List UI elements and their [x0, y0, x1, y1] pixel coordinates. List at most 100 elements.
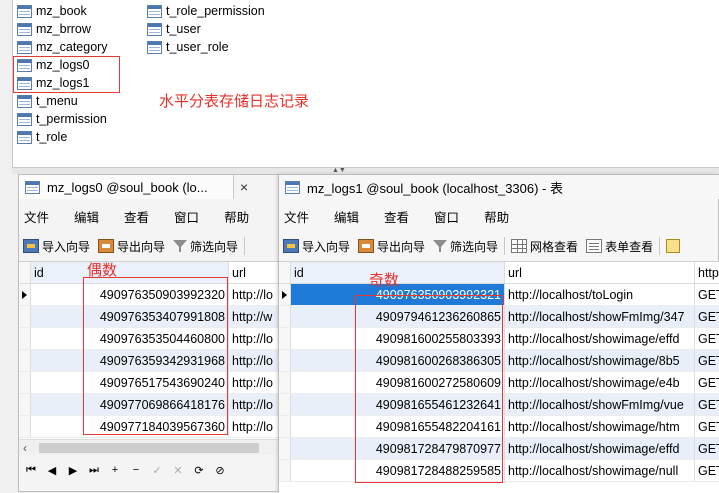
menu-window[interactable]: 窗口	[174, 207, 199, 226]
annotation-horizontal-sharding: 水平分表存储日志记录	[159, 93, 310, 110]
export-icon	[98, 239, 115, 253]
table-icon	[147, 22, 162, 36]
menu-window[interactable]: 窗口	[434, 207, 459, 226]
import-wizard-button[interactable]: 导入向导	[283, 238, 350, 255]
row-indicator	[19, 416, 31, 437]
horizontal-scrollbar[interactable]: ‹	[19, 439, 281, 455]
import-icon	[23, 239, 39, 253]
menu-view[interactable]: 查看	[124, 207, 149, 226]
window-title-bar[interactable]: mz_logs1 @soul_book (localhost_3306) - 表	[279, 175, 719, 199]
current-row-icon	[19, 284, 31, 305]
cell-url[interactable]: http://lo	[229, 350, 281, 371]
table-item-t-permission[interactable]: t_permission	[17, 110, 107, 128]
column-header-url[interactable]: url	[505, 262, 695, 283]
scroll-left-icon[interactable]: ‹	[23, 440, 27, 456]
cell-url[interactable]: http://localhost/showFmImg/vue	[505, 394, 695, 415]
cell-http-method[interactable]: GET	[695, 284, 719, 305]
filter-icon	[173, 239, 188, 253]
table-item-t-menu[interactable]: t_menu	[17, 92, 78, 110]
export-wizard-button[interactable]: 导出向导	[358, 238, 425, 255]
cell-url[interactable]: http://lo	[229, 372, 281, 393]
table-item-mz-brrow[interactable]: mz_brrow	[17, 20, 91, 38]
column-header-http[interactable]: http	[695, 262, 719, 283]
window-mz-logs1: mz_logs1 @soul_book (localhost_3306) - 表…	[278, 174, 719, 493]
previous-record-icon[interactable]: ◀	[46, 464, 58, 477]
cell-url[interactable]: http://localhost/showimage/effd	[505, 328, 695, 349]
last-record-icon[interactable]: ⏭	[88, 464, 100, 477]
import-wizard-button[interactable]: 导入向导	[23, 238, 90, 255]
cell-http-method[interactable]: GET	[695, 416, 719, 437]
table-icon	[17, 4, 32, 18]
apply-icon[interactable]: ✓	[151, 464, 163, 477]
cell-http-method[interactable]: GET	[695, 460, 719, 481]
cell-url[interactable]: http://localhost/toLogin	[505, 284, 695, 305]
row-indicator	[279, 350, 291, 371]
cell-url[interactable]: http://lo	[229, 328, 281, 349]
export-icon	[358, 239, 375, 253]
export-wizard-button[interactable]: 导出向导	[98, 238, 165, 255]
column-header-url[interactable]: url	[229, 262, 281, 283]
menu-edit[interactable]: 编辑	[334, 207, 359, 226]
highlight-box-odd-ids	[355, 295, 503, 483]
menu-file[interactable]: 文件	[24, 207, 49, 226]
highlight-box-log-tables	[13, 56, 120, 93]
table-icon	[147, 4, 162, 18]
menu-help[interactable]: 帮助	[224, 207, 249, 226]
cell-http-method[interactable]: GET	[695, 350, 719, 371]
grid-header: id url http	[279, 262, 719, 284]
table-icon	[17, 112, 32, 126]
form-view-button[interactable]: 表单查看	[586, 238, 653, 255]
cell-url[interactable]: http://localhost/showimage/8b5	[505, 350, 695, 371]
stop-icon[interactable]: ⊘	[214, 464, 226, 477]
table-icon	[147, 40, 162, 54]
cell-url[interactable]: http://localhost/showimage/effd	[505, 438, 695, 459]
cell-url[interactable]: http://lo	[229, 394, 281, 415]
table-list-pane: mz_book mz_brrow mz_category mz_logs0 mz…	[12, 0, 719, 168]
cell-url[interactable]: http://localhost/showimage/e4b	[505, 372, 695, 393]
delete-record-icon[interactable]: −	[130, 464, 142, 476]
add-record-icon[interactable]: +	[109, 464, 121, 476]
menu-bar: 文件 编辑 查看 窗口 帮助	[279, 205, 529, 227]
cell-url[interactable]: http://localhost/showFmImg/347	[505, 306, 695, 327]
filter-wizard-button[interactable]: 筛选向导	[433, 238, 498, 255]
grid-view-icon	[511, 239, 528, 253]
tab-mz-logs0[interactable]: mz_logs0 @soul_book (lo...	[19, 175, 234, 199]
filter-wizard-button[interactable]: 筛选向导	[173, 238, 238, 255]
menu-file[interactable]: 文件	[284, 207, 309, 226]
scrollbar-thumb[interactable]	[39, 443, 259, 453]
cell-http-method[interactable]: GET	[695, 438, 719, 459]
row-indicator	[279, 438, 291, 459]
memo-button[interactable]	[666, 239, 683, 253]
cell-url[interactable]: http://w	[229, 306, 281, 327]
cell-url[interactable]: http://localhost/showimage/htm	[505, 416, 695, 437]
first-record-icon[interactable]: ⏮	[25, 464, 37, 477]
cell-http-method[interactable]: GET	[695, 328, 719, 349]
row-indicator	[279, 460, 291, 481]
row-indicator	[279, 416, 291, 437]
next-record-icon[interactable]: ▶	[67, 464, 79, 477]
cell-http-method[interactable]: GET	[695, 306, 719, 327]
table-icon	[25, 180, 40, 194]
toolbar: 导入向导 导出向导 筛选向导 网格查看 表单查看	[279, 233, 687, 259]
table-item-mz-book[interactable]: mz_book	[17, 2, 87, 20]
refresh-icon[interactable]: ⟳	[193, 464, 205, 477]
close-icon[interactable]: ×	[240, 179, 248, 195]
cell-url[interactable]: http://localhost/showimage/null	[505, 460, 695, 481]
cell-http-method[interactable]: GET	[695, 394, 719, 415]
menu-help[interactable]: 帮助	[484, 207, 509, 226]
table-item-t-role[interactable]: t_role	[17, 128, 67, 146]
row-indicator	[19, 306, 31, 327]
menu-view[interactable]: 查看	[384, 207, 409, 226]
table-item-t-user[interactable]: t_user	[147, 20, 201, 38]
menu-bar: 文件 编辑 查看 窗口 帮助	[19, 205, 269, 227]
table-item-mz-category[interactable]: mz_category	[17, 38, 108, 56]
table-icon	[17, 130, 32, 144]
discard-icon[interactable]: ✕	[172, 464, 184, 477]
cell-url[interactable]: http://lo	[229, 284, 281, 305]
menu-edit[interactable]: 编辑	[74, 207, 99, 226]
table-item-t-role-permission[interactable]: t_role_permission	[147, 2, 265, 20]
cell-url[interactable]: http://lo	[229, 416, 281, 437]
table-item-t-user-role[interactable]: t_user_role	[147, 38, 229, 56]
cell-http-method[interactable]: GET	[695, 372, 719, 393]
grid-view-button[interactable]: 网格查看	[511, 238, 578, 255]
